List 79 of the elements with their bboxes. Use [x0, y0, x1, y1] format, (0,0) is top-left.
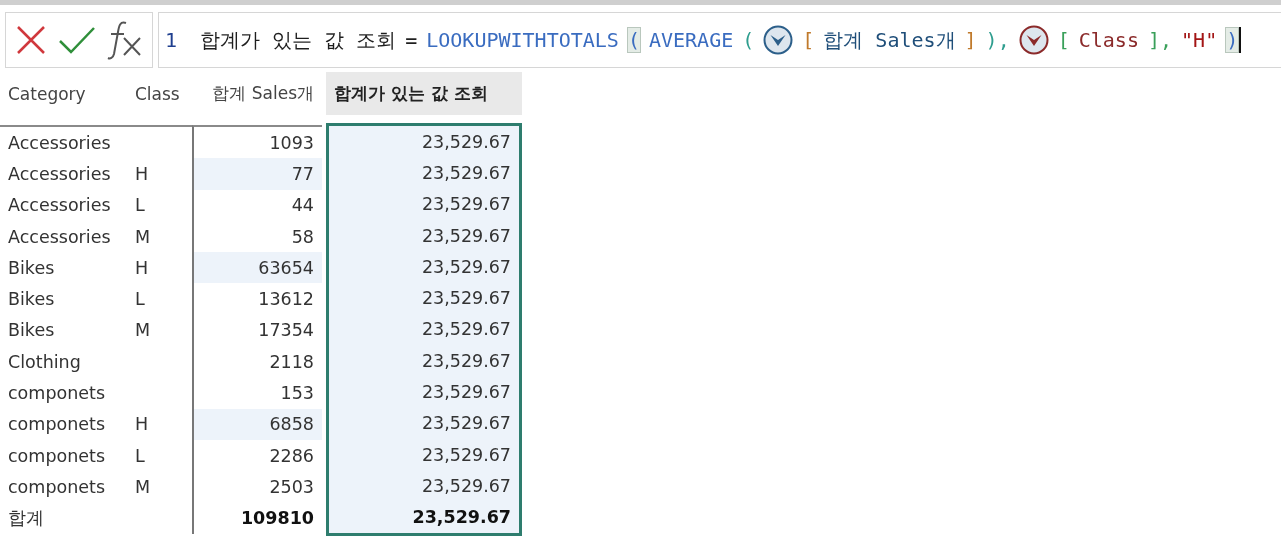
cancel-button[interactable]	[15, 24, 48, 56]
column-header[interactable]: 합계가 있는 값 조회	[326, 72, 522, 115]
formula-editor[interactable]: 1 합계가 있는 값 조회 = LOOKUPWITHTOTALS ( AVERAGE ( [ 합계 Sales개 ] ), [ Class ], "H" )	[158, 12, 1281, 68]
table-cell-text: M	[134, 475, 152, 499]
table-cell-text: componets	[7, 475, 107, 499]
total-cell-text: 합계	[7, 507, 45, 531]
formula-token: "H"	[1181, 28, 1218, 52]
table-cell-text: 23,529.67	[420, 349, 512, 373]
table-cell-text: Accessories	[7, 194, 112, 218]
table-cell-text: 23,529.67	[420, 287, 512, 311]
table-cell-text: 23,529.67	[420, 224, 512, 248]
table-cell: 6858	[194, 408, 322, 440]
chevron-circle-icon	[1018, 25, 1049, 55]
table-cell-text: 44	[290, 194, 315, 218]
table-cell-text: 1093	[268, 131, 315, 155]
table-cell-text: 13612	[257, 288, 315, 312]
table-cell-text: Clothing	[7, 350, 82, 374]
formula-token: =	[405, 28, 418, 52]
table-cell-text: 23,529.67	[420, 318, 512, 342]
table-cell-text: L	[134, 288, 146, 312]
formula-token: AVERAGE	[648, 28, 734, 52]
table-cell-text: Accessories	[7, 225, 112, 249]
table-cell-text: 17354	[257, 319, 315, 343]
table-cell-text: 23,529.67	[420, 130, 512, 154]
formula-bracket: )	[1226, 28, 1239, 52]
table-cell: 77	[194, 158, 322, 190]
line-number: 1	[165, 28, 178, 52]
table-cell-text: componets	[7, 444, 107, 468]
table-cell-text: 23,529.67	[420, 193, 512, 217]
column-header[interactable]: Category	[0, 72, 127, 115]
table-cell-text: 23,529.67	[420, 443, 512, 467]
text-cursor	[1239, 27, 1242, 53]
table-cell-text: componets	[7, 413, 107, 437]
table-cell-text: Bikes	[7, 319, 56, 343]
table-cell-text: H	[134, 162, 150, 186]
table-cell-text: 23,529.67	[420, 255, 512, 279]
formula-token: 합계 Sales개	[823, 26, 956, 54]
checkmark-icon	[58, 25, 96, 55]
formula-token: ),	[985, 28, 1010, 52]
table-cell: 63654	[194, 252, 322, 284]
formula-token: [	[1057, 28, 1070, 52]
table-cell-text: 23,529.67	[420, 412, 512, 436]
formula-token: LOOKUPWITHTOTALS	[426, 28, 619, 52]
table-cell-text: 2286	[268, 444, 315, 468]
table-cell-text: M	[134, 319, 152, 343]
formula-token: [	[802, 28, 815, 52]
column-header[interactable]: 합계 Sales개	[192, 72, 322, 115]
total-cell-text: 23,529.67	[411, 506, 512, 530]
table-cell-text: 2503	[268, 475, 315, 499]
table-cell-text: 23,529.67	[420, 474, 512, 498]
table-cell-text: Bikes	[7, 288, 56, 312]
table-cell-text: L	[134, 194, 146, 218]
function-button[interactable]	[106, 20, 143, 60]
table-cell-text: 153	[279, 382, 315, 405]
function-icon	[106, 20, 143, 60]
close-icon	[15, 24, 48, 56]
table-cell-text: M	[134, 225, 152, 249]
formula-token: Class	[1078, 28, 1139, 52]
table-cell-text: L	[134, 444, 146, 468]
commit-button[interactable]	[58, 25, 96, 55]
table-cell-text: Accessories	[7, 131, 112, 155]
chevron-circle-icon	[763, 25, 794, 55]
formula-token: (	[742, 28, 755, 52]
formula-token: ],	[1147, 28, 1173, 52]
table-cell-text: 23,529.67	[420, 381, 512, 404]
formula-bracket: (	[627, 28, 640, 52]
table-cell-text: 2118	[268, 350, 315, 374]
table-cell-text: 23,529.67	[420, 161, 512, 185]
table-cell-text: componets	[7, 382, 107, 405]
formula-token: 합계가 있는 값 조회	[200, 26, 397, 54]
formula-token: ]	[964, 28, 977, 52]
table-cell-text: H	[134, 413, 150, 437]
column-header[interactable]: Class	[127, 72, 192, 115]
table-cell-text: Bikes	[7, 256, 56, 280]
table-cell-text: 58	[290, 225, 315, 249]
table-cell-text: H	[134, 256, 150, 280]
table-cell-text: Accessories	[7, 162, 112, 186]
total-cell-text: 109810	[239, 507, 315, 531]
selected-column[interactable]: 23,529.67 23,529.67 23,529.67 23,529.67 23,529.67 23,529.67 23,529.67 23,529.67 23,529.67 23,529.67 23,529.67 23,529.67 23,529.67	[326, 123, 522, 536]
